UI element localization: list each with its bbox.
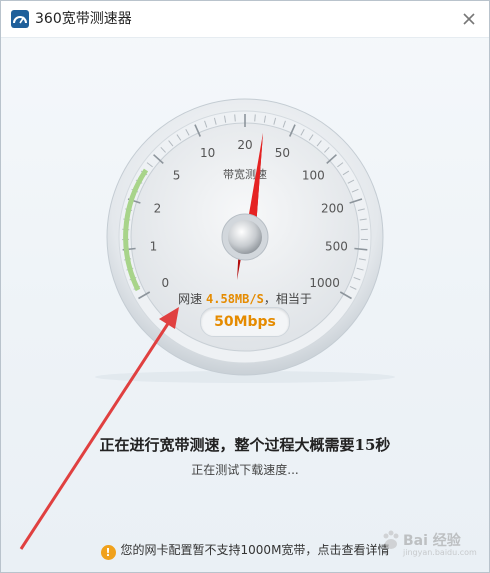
window-title: 360宽带测速器 [35,11,132,27]
watermark-sub: jingyan.baidu.com [403,548,477,557]
gauge-label-5: 5 [173,168,181,182]
gauge-label-500: 500 [325,240,348,254]
gauge-label-0: 0 [162,276,170,290]
gauge-label-100: 100 [302,168,325,182]
speed-gauge: 0 1 2 5 10 20 50 100 200 500 1000 带宽测速 网速 4.58MB/S… [1,37,489,417]
speed-suffix: ，相当于 [263,292,312,306]
speed-prefix: 网速 [178,292,203,306]
title-bar: 360宽带测速器 [1,1,489,38]
speed-value: 4.58MB/S [206,292,264,306]
minor-tick [234,114,236,122]
watermark: Bai 经验 jingyan.baidu.com [381,524,481,564]
speed-readout: 网速 4.58MB/S，相当于 [1,290,489,307]
close-icon [463,13,475,25]
gauge-label-50: 50 [275,146,290,160]
paw-icon [383,530,399,549]
minor-tick [254,114,256,122]
status-main: 正在进行宽带测速，整个过程大概需要15秒 [99,436,391,454]
gauge-label-1000: 1000 [309,276,340,290]
warning-icon: ! [100,545,116,560]
mbps-value: 50Mbps [200,307,290,337]
status-sub: 正在测试下载速度... [191,463,299,477]
watermark-text: Bai 经验 [403,533,461,549]
footer-text: 您的网卡配置暂不支持1000M宽带， [120,543,318,557]
gauge-label-2: 2 [154,202,162,216]
gauge-label-10: 10 [200,146,215,160]
close-button[interactable] [457,7,481,31]
speed-test-window: 360宽带测速器 0 1 2 5 10 20 50 100 200 500 10… [0,0,490,573]
gauge-title: 带宽测速 [223,167,267,181]
details-link[interactable]: 点击查看详情 [317,543,389,557]
gauge-label-20: 20 [237,138,252,152]
gauge-label-200: 200 [321,202,344,216]
gauge-label-1: 1 [150,240,158,254]
speedometer-app-icon [11,10,29,28]
